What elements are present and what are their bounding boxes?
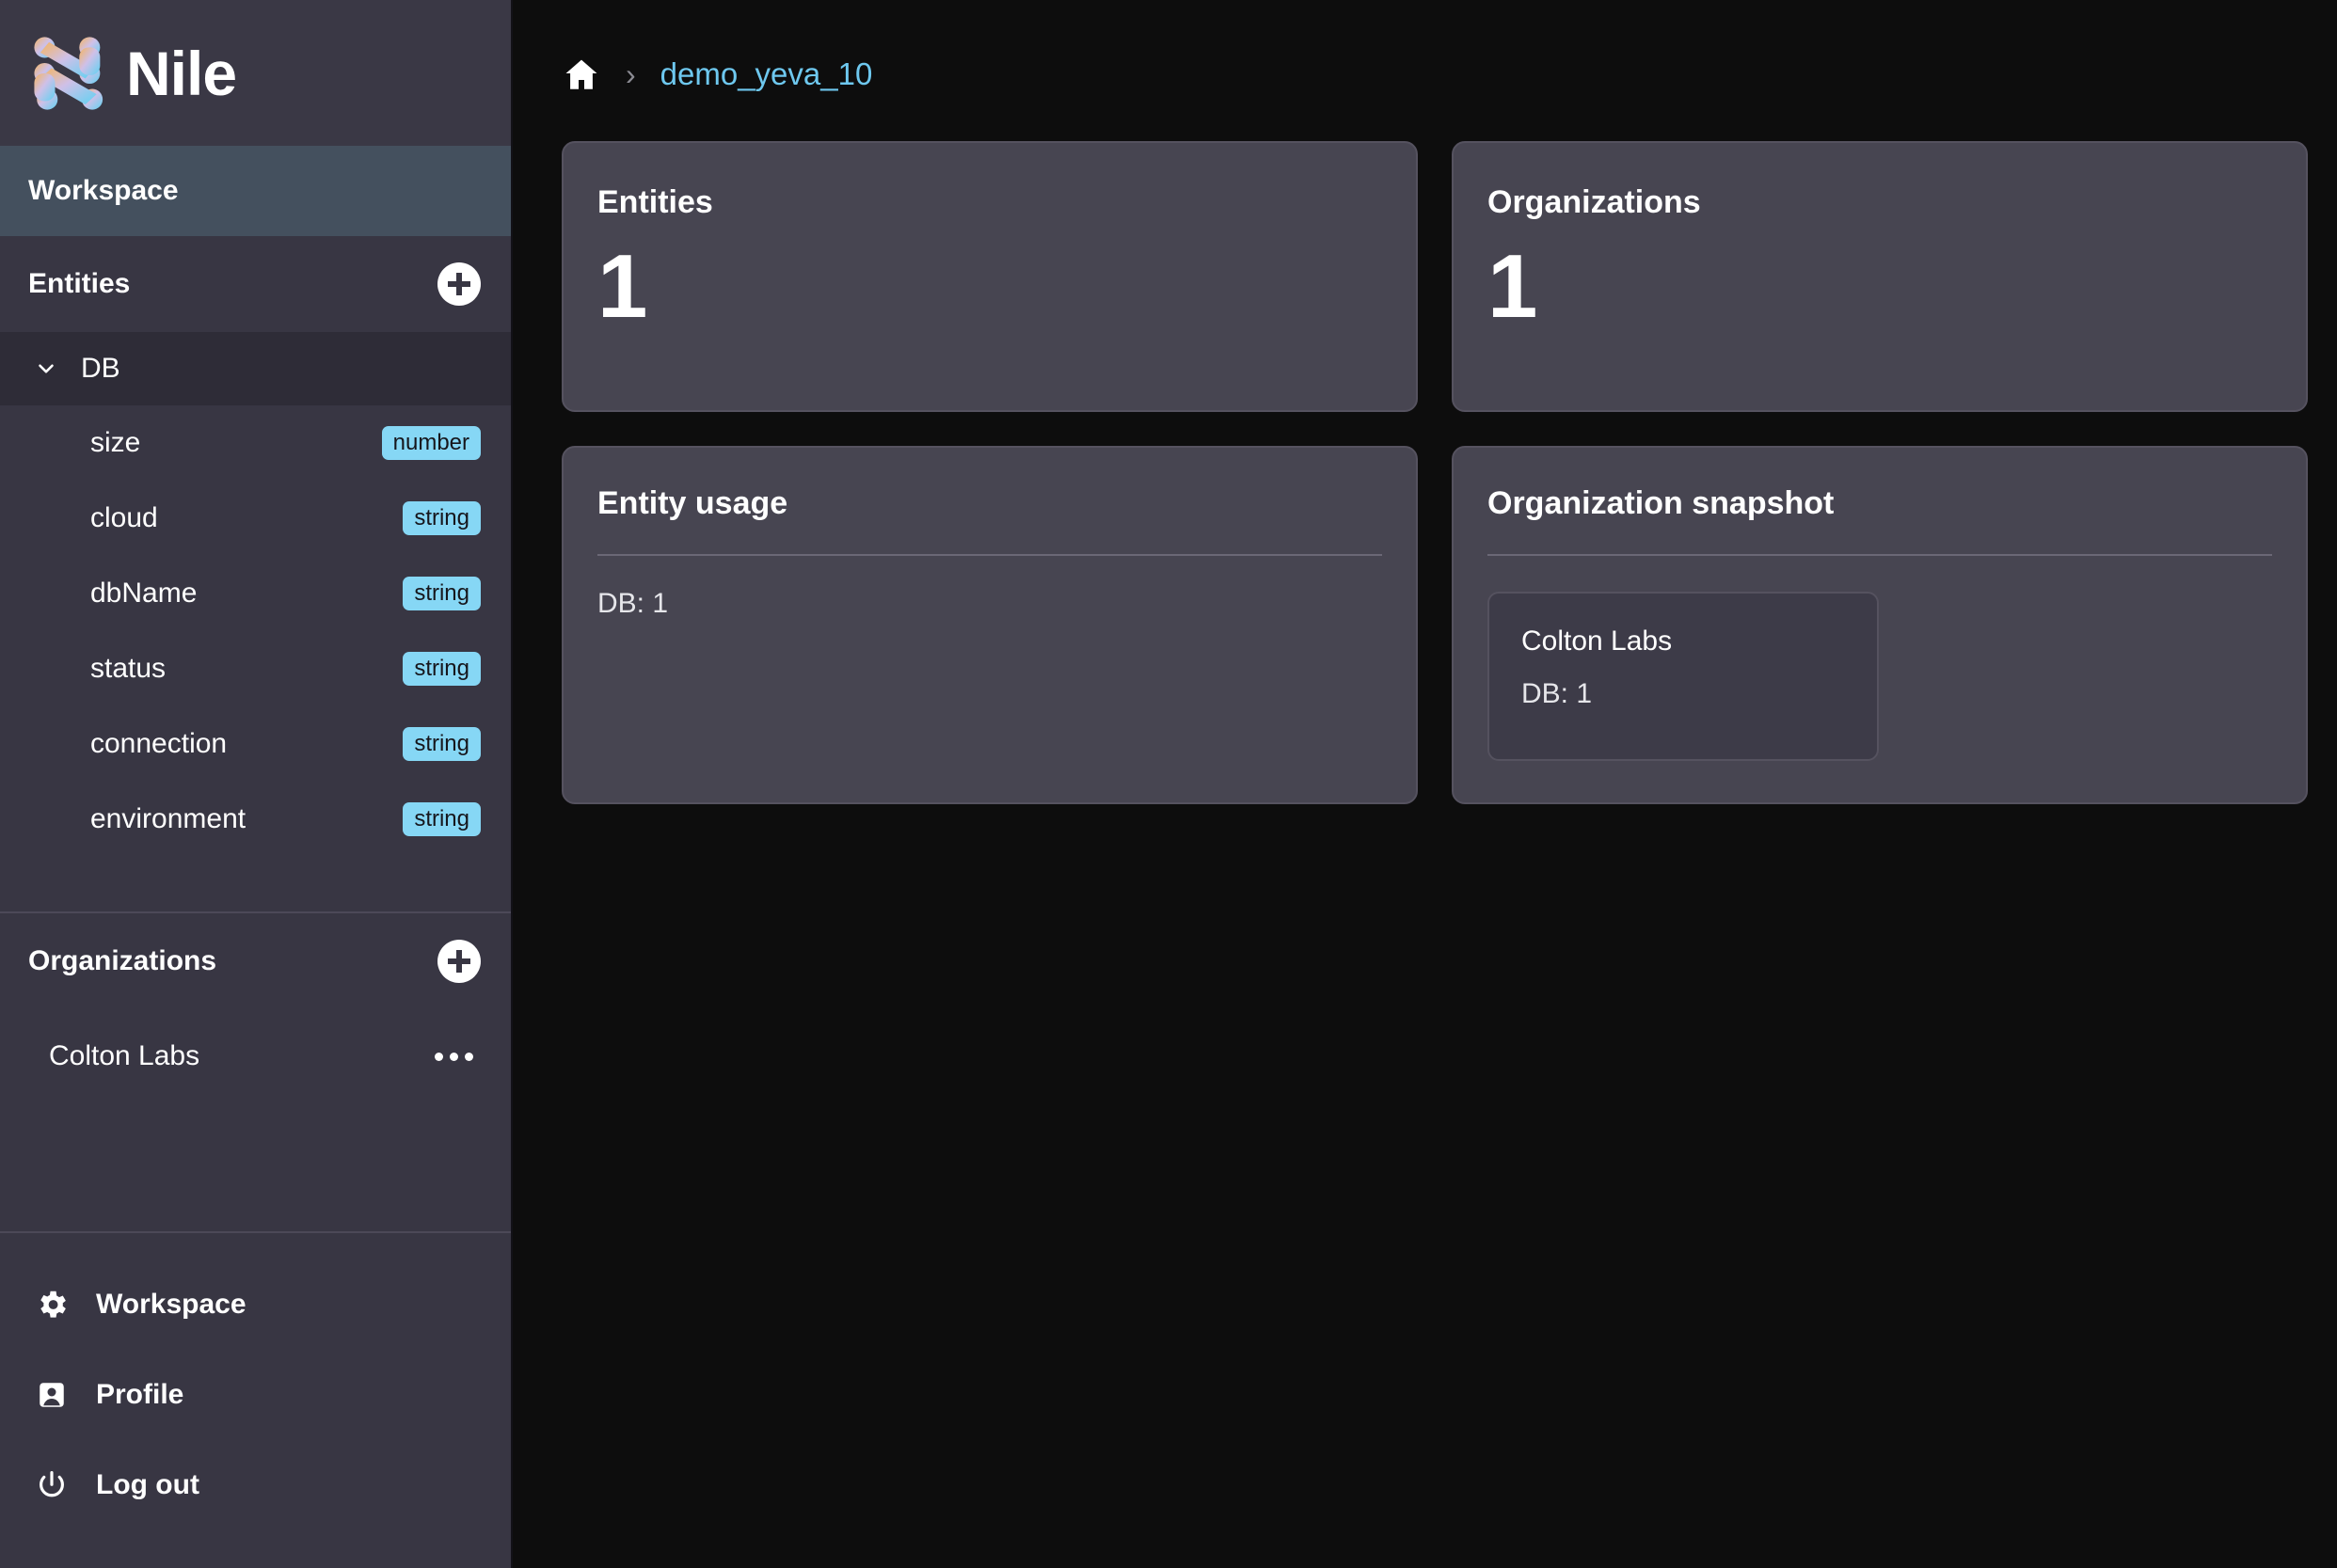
ellipsis-icon[interactable] bbox=[435, 1052, 473, 1061]
entity-field-row[interactable]: cloud string bbox=[0, 481, 511, 556]
entity-field-type-badge: string bbox=[403, 576, 481, 611]
entity-usage-title: Entity usage bbox=[597, 485, 788, 521]
organization-snapshot-line: DB: 1 bbox=[1521, 678, 1593, 709]
entity-usage-line: DB: 1 bbox=[597, 588, 669, 619]
organizations-section-title: Organizations bbox=[28, 945, 217, 976]
organization-snapshot-card: Organization snapshot Colton Labs DB: 1 bbox=[1452, 446, 2308, 804]
organization-snapshot-title: Organization snapshot bbox=[1487, 485, 1835, 521]
entity-field-type-badge: string bbox=[403, 651, 481, 687]
power-icon bbox=[32, 1465, 72, 1505]
entity-name: DB bbox=[81, 353, 120, 384]
sidebar-section-organizations: Organizations bbox=[0, 913, 511, 1009]
add-organization-button[interactable] bbox=[437, 940, 481, 983]
organization-snapshot-name: Colton Labs bbox=[1521, 626, 1673, 657]
entity-field-name: size bbox=[90, 427, 141, 458]
gear-icon bbox=[32, 1285, 72, 1324]
add-entity-button[interactable] bbox=[437, 262, 481, 306]
sidebar: Nile Workspace Entities DB size number c… bbox=[0, 0, 513, 1568]
organization-snapshot-item: Colton Labs DB: 1 bbox=[1487, 592, 1879, 761]
entity-field-row[interactable]: size number bbox=[0, 405, 511, 481]
divider bbox=[1487, 554, 2272, 556]
stat-card-title: Entities bbox=[597, 184, 713, 220]
nile-logo-icon bbox=[28, 30, 115, 117]
organization-name: Colton Labs bbox=[49, 1040, 200, 1071]
sidebar-item-logout[interactable]: Log out bbox=[0, 1440, 511, 1530]
stat-card-organizations: Organizations 1 bbox=[1452, 141, 2308, 412]
home-icon[interactable] bbox=[562, 55, 601, 94]
entity-field-name: environment bbox=[90, 803, 246, 834]
main-content: › demo_yeva_10 Entities 1 Organizations … bbox=[513, 0, 2337, 1568]
entity-field-name: cloud bbox=[90, 502, 158, 533]
sidebar-item-workspace-settings[interactable]: Workspace bbox=[0, 1259, 511, 1350]
entity-field-row[interactable]: environment string bbox=[0, 782, 511, 857]
sidebar-bottom-label: Log out bbox=[96, 1469, 199, 1500]
brand-name: Nile bbox=[126, 38, 237, 108]
stat-card-value: 1 bbox=[597, 236, 648, 337]
sidebar-organization-item[interactable]: Colton Labs bbox=[0, 1009, 511, 1103]
entity-field-type-badge: number bbox=[381, 425, 481, 461]
breadcrumb: › demo_yeva_10 bbox=[562, 41, 2288, 107]
breadcrumb-separator: › bbox=[626, 57, 636, 91]
entity-field-row[interactable]: status string bbox=[0, 631, 511, 706]
sidebar-item-workspace-active[interactable]: Workspace bbox=[0, 146, 511, 236]
sidebar-item-profile[interactable]: Profile bbox=[0, 1350, 511, 1440]
entity-field-name: status bbox=[90, 653, 167, 684]
divider bbox=[597, 554, 1382, 556]
sidebar-spacer bbox=[0, 1103, 511, 1231]
entity-field-type-badge: string bbox=[403, 500, 481, 536]
entity-usage-card: Entity usage DB: 1 bbox=[562, 446, 1418, 804]
stat-card-title: Organizations bbox=[1487, 184, 1701, 220]
sidebar-gap bbox=[0, 857, 511, 911]
entity-field-name: dbName bbox=[90, 578, 198, 609]
sidebar-entity-db[interactable]: DB bbox=[0, 332, 511, 405]
chevron-down-icon[interactable] bbox=[34, 356, 58, 381]
dashboard-grid: Entities 1 Organizations 1 Entity usage … bbox=[562, 141, 2308, 804]
stat-card-entities: Entities 1 bbox=[562, 141, 1418, 412]
stat-card-value: 1 bbox=[1487, 236, 1538, 337]
sidebar-bottom-nav: Workspace Profile Log out bbox=[0, 1231, 511, 1568]
sidebar-bottom-label: Profile bbox=[96, 1379, 184, 1410]
brand-logo[interactable]: Nile bbox=[0, 0, 511, 146]
entity-field-name: connection bbox=[90, 728, 228, 759]
user-badge-icon bbox=[32, 1375, 72, 1415]
app-root: Nile Workspace Entities DB size number c… bbox=[0, 0, 2337, 1568]
sidebar-bottom-label: Workspace bbox=[96, 1289, 246, 1320]
entity-field-type-badge: string bbox=[403, 801, 481, 837]
entities-section-title: Entities bbox=[28, 268, 131, 299]
entity-field-row[interactable]: dbName string bbox=[0, 556, 511, 631]
entity-field-row[interactable]: connection string bbox=[0, 706, 511, 782]
breadcrumb-current[interactable]: demo_yeva_10 bbox=[660, 56, 873, 92]
entity-field-type-badge: string bbox=[403, 726, 481, 762]
sidebar-section-entities: Entities bbox=[0, 236, 511, 332]
sidebar-workspace-label: Workspace bbox=[28, 175, 179, 206]
